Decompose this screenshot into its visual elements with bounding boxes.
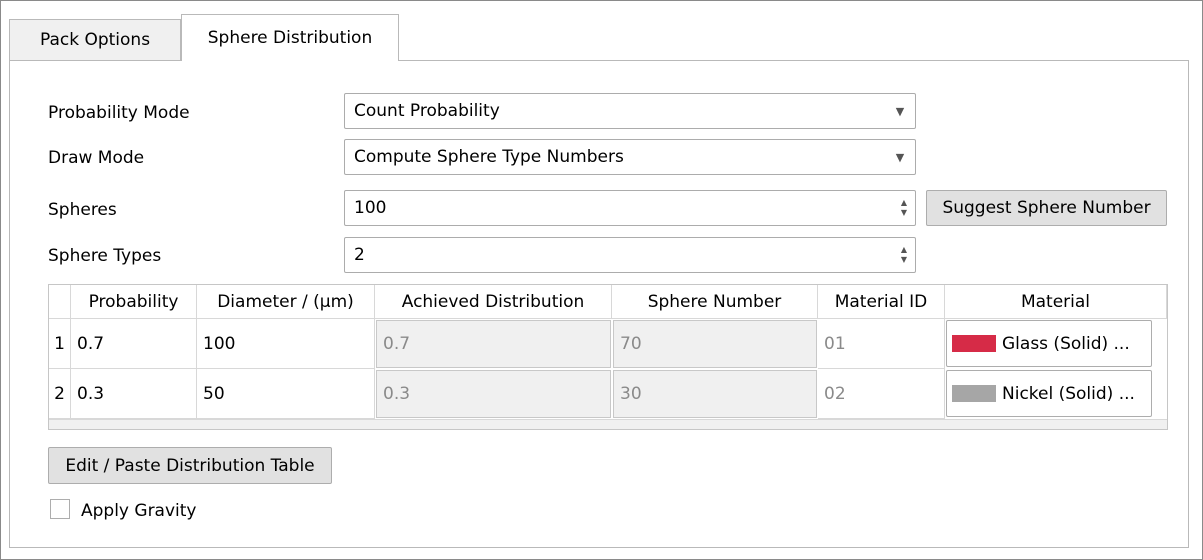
material-button[interactable]: Nickel (Solid) ... — [946, 370, 1152, 417]
table-scroll-area — [49, 419, 1167, 429]
distribution-table: Probability Diameter / (µm) Achieved Dis… — [48, 284, 1168, 430]
material-label: Glass (Solid) ... — [1002, 333, 1130, 354]
achieved-distribution-cell: 0.7 — [376, 320, 611, 368]
material-button[interactable]: Glass (Solid) ... — [946, 320, 1152, 367]
column-header[interactable]: Probability — [71, 285, 197, 319]
sphere-number-cell: 70 — [613, 320, 817, 368]
probability-mode-label: Probability Mode — [48, 103, 190, 123]
material-color-swatch — [952, 385, 996, 402]
row-header[interactable]: 2 — [49, 369, 71, 419]
column-header[interactable]: Achieved Distribution — [375, 285, 612, 319]
probability-mode-value: Count Probability — [354, 101, 500, 121]
sphere-number-cell: 30 — [613, 370, 817, 418]
draw-mode-label: Draw Mode — [48, 148, 145, 168]
column-header[interactable]: Diameter / (µm) — [197, 285, 375, 319]
material-label: Nickel (Solid) ... — [1002, 383, 1135, 404]
apply-gravity-label: Apply Gravity — [81, 501, 197, 521]
chevron-down-icon: ▼ — [895, 104, 905, 118]
probability-cell[interactable]: 0.7 — [71, 319, 197, 369]
chevron-down-icon: ▼ — [895, 150, 905, 164]
column-header[interactable]: Material — [945, 285, 1167, 319]
probability-mode-select[interactable]: Count Probability ▼ — [344, 93, 916, 129]
diameter-cell[interactable]: 100 — [197, 319, 375, 369]
draw-mode-select[interactable]: Compute Sphere Type Numbers ▼ — [344, 139, 916, 175]
material-id-cell: 01 — [818, 319, 945, 369]
edit-paste-distribution-table-button[interactable]: Edit / Paste Distribution Table — [48, 447, 332, 484]
column-header[interactable]: Sphere Number — [612, 285, 818, 319]
tab-pack-options[interactable]: Pack Options — [9, 19, 181, 60]
probability-cell[interactable]: 0.3 — [71, 369, 197, 419]
table-corner — [49, 285, 71, 319]
material-color-swatch — [952, 335, 996, 352]
diameter-cell[interactable]: 50 — [197, 369, 375, 419]
material-id-cell: 02 — [818, 369, 945, 419]
row-header[interactable]: 1 — [49, 319, 71, 369]
spin-arrows-icon[interactable]: ▲ ▼ — [893, 238, 915, 272]
spheres-spinbox[interactable]: 100 ▲ ▼ — [344, 190, 916, 226]
sphere-types-label: Sphere Types — [48, 246, 162, 266]
draw-mode-value: Compute Sphere Type Numbers — [354, 147, 624, 167]
spin-arrows-icon[interactable]: ▲ ▼ — [893, 191, 915, 225]
sphere-types-value: 2 — [354, 245, 365, 265]
spheres-label: Spheres — [48, 200, 117, 220]
column-header[interactable]: Material ID — [818, 285, 945, 319]
apply-gravity-checkbox[interactable] — [50, 499, 70, 519]
sphere-types-spinbox[interactable]: 2 ▲ ▼ — [344, 237, 916, 273]
achieved-distribution-cell: 0.3 — [376, 370, 611, 418]
tab-sphere-distribution[interactable]: Sphere Distribution — [181, 14, 399, 61]
spheres-value: 100 — [354, 198, 387, 218]
suggest-sphere-number-button[interactable]: Suggest Sphere Number — [926, 190, 1167, 226]
